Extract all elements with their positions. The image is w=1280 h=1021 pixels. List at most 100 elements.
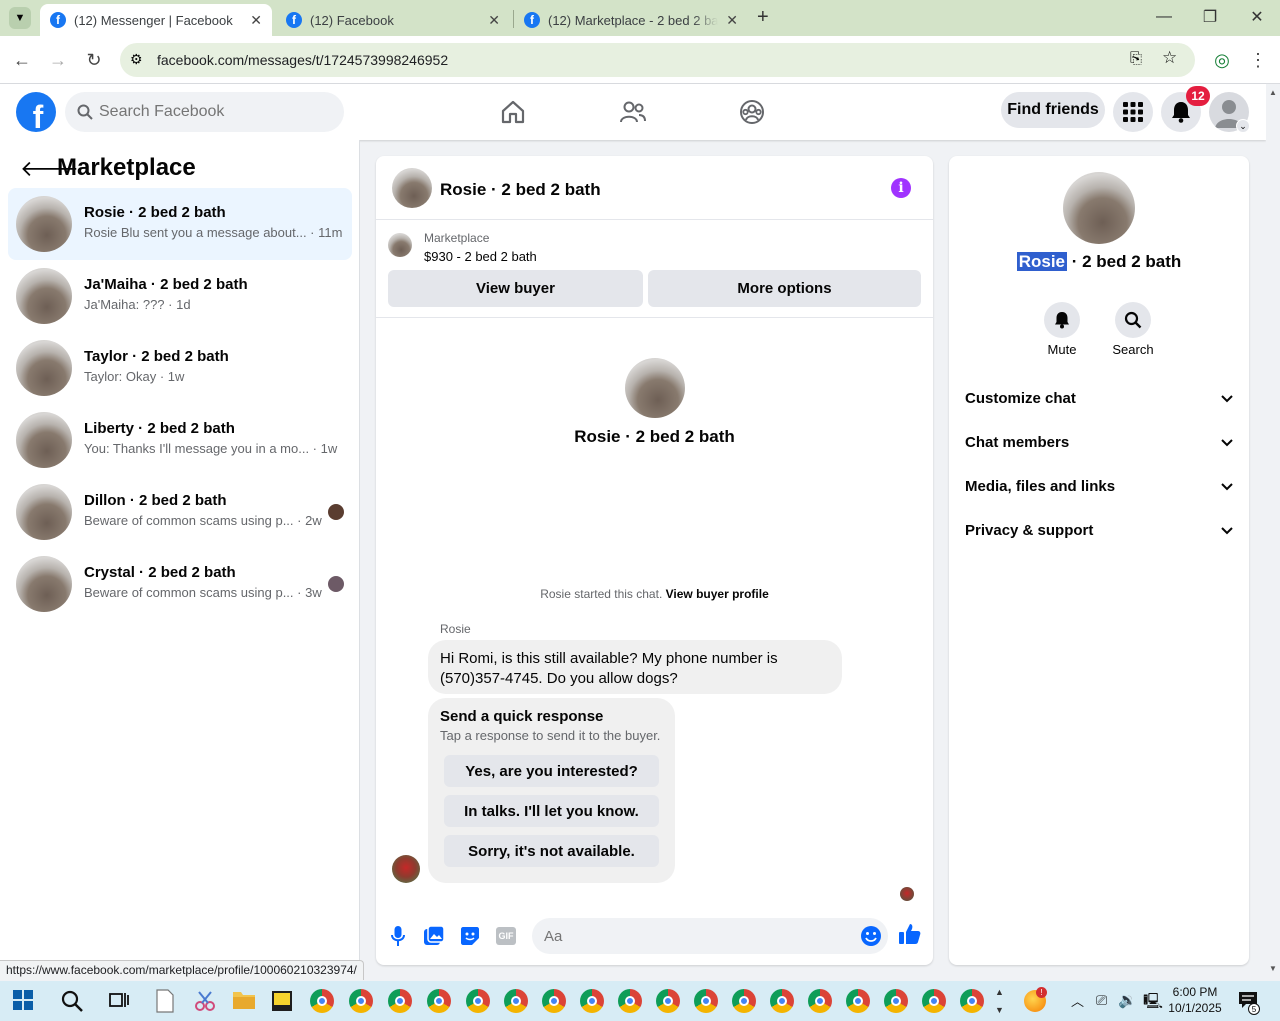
conversation-item[interactable]: Taylor · 2 bed 2 bath Taylor: Okay · 1w (8, 332, 352, 404)
conversation-item[interactable]: Liberty · 2 bed 2 bath You: Thanks I'll … (8, 404, 352, 476)
notepad-icon[interactable] (155, 989, 179, 1013)
weather-alert-badge: ! (1036, 987, 1047, 998)
close-tab-icon[interactable]: ✕ (488, 12, 500, 29)
chrome-taskbar-icon[interactable] (310, 989, 334, 1013)
windows-start-icon[interactable] (12, 989, 36, 1013)
home-icon[interactable] (497, 96, 529, 128)
menu-grid-icon[interactable] (1113, 92, 1153, 132)
thumbs-up-icon[interactable] (899, 923, 921, 945)
task-view-icon[interactable] (108, 989, 132, 1013)
chrome-taskbar-icon[interactable] (427, 989, 451, 1013)
profile-icon[interactable]: ◎ (1210, 48, 1234, 72)
section-privacy-support[interactable]: Privacy & support (965, 512, 1233, 548)
forward-arrow-icon[interactable]: → (46, 48, 70, 72)
conversation-item[interactable]: Dillon · 2 bed 2 bath Beware of common s… (8, 476, 352, 548)
gif-icon[interactable]: GIF (495, 925, 517, 947)
chrome-taskbar-icon[interactable] (694, 989, 718, 1013)
emoji-icon[interactable] (860, 925, 882, 947)
meeting-icon[interactable]: ⎚ (1096, 992, 1107, 1009)
search-icon[interactable] (60, 989, 84, 1013)
chrome-taskbar-icon[interactable] (732, 989, 756, 1013)
chrome-taskbar-icon[interactable] (960, 989, 984, 1013)
chrome-taskbar-icon[interactable] (580, 989, 604, 1013)
snipping-tool-icon[interactable] (193, 989, 217, 1013)
section-customize-chat[interactable]: Customize chat (965, 380, 1233, 416)
conversation-item[interactable]: Crystal · 2 bed 2 bath Beware of common … (8, 548, 352, 620)
message-input[interactable] (532, 918, 888, 954)
conversation-preview: Beware of common scams using p... · 3w (84, 585, 322, 600)
page-scrollbar[interactable]: ▲ ▼ (1266, 84, 1280, 979)
info-icon[interactable]: i (891, 178, 911, 198)
message-bubble[interactable]: Hi Romi, is this still available? My pho… (428, 640, 842, 694)
details-avatar[interactable] (1063, 172, 1135, 244)
intro-avatar[interactable] (625, 358, 685, 418)
new-tab-plus-icon[interactable]: + (757, 6, 769, 29)
minimize-window-icon[interactable]: — (1141, 0, 1187, 34)
listing-thumbnail[interactable] (388, 233, 412, 257)
view-buyer-profile-link[interactable]: View buyer profile (666, 587, 769, 601)
close-tab-icon[interactable]: ✕ (726, 12, 738, 29)
chat-avatar[interactable] (392, 168, 432, 208)
search-input[interactable] (99, 92, 329, 132)
install-app-icon[interactable]: ⎘ (1130, 50, 1142, 67)
photo-icon[interactable] (423, 925, 445, 947)
chrome-taskbar-icon[interactable] (618, 989, 642, 1013)
quick-reply-button[interactable]: Yes, are you interested? (444, 755, 659, 787)
facebook-logo-icon[interactable]: f (16, 92, 56, 132)
close-window-icon[interactable]: ✕ (1234, 0, 1280, 34)
chrome-taskbar-icon[interactable] (466, 989, 490, 1013)
browser-tab-messenger[interactable]: f (12) Messenger | Facebook ✕ (40, 4, 272, 36)
browser-tab-facebook[interactable]: f (12) Facebook ✕ (276, 4, 510, 36)
more-options-button[interactable]: More options (648, 270, 921, 307)
chrome-taskbar-icon[interactable] (656, 989, 680, 1013)
network-icon[interactable]: 🖳 (1143, 991, 1163, 1016)
volume-icon[interactable]: 🔉 (1118, 991, 1137, 1009)
reload-icon[interactable]: ↻ (82, 48, 106, 72)
address-bar[interactable]: ⚙ facebook.com/messages/t/17245739982469… (120, 43, 1195, 77)
sticky-notes-icon[interactable] (270, 989, 294, 1013)
chrome-taskbar-icon[interactable] (770, 989, 794, 1013)
taskbar-scroll-arrows-icon[interactable]: ▲ ▼ (995, 983, 1004, 1019)
listing-price[interactable]: $930 - 2 bed 2 bath (424, 249, 537, 264)
sticker-icon[interactable] (459, 925, 481, 947)
sender-avatar[interactable] (392, 855, 420, 883)
facebook-search-box[interactable] (65, 92, 344, 132)
site-info-icon[interactable]: ⚙ (130, 51, 143, 68)
account-chevron-icon[interactable]: ⌄ (1236, 119, 1250, 133)
chrome-taskbar-icon[interactable] (388, 989, 412, 1013)
file-explorer-icon[interactable] (232, 989, 256, 1013)
chrome-taskbar-icon[interactable] (349, 989, 373, 1013)
chrome-taskbar-icon[interactable] (884, 989, 908, 1013)
conversation-item[interactable]: Ja'Maiha · 2 bed 2 bath Ja'Maiha: ??? · … (8, 260, 352, 332)
microphone-icon[interactable] (387, 925, 409, 947)
chrome-taskbar-icon[interactable] (504, 989, 528, 1013)
quick-reply-button[interactable]: In talks. I'll let you know. (444, 795, 659, 827)
chrome-taskbar-icon[interactable] (542, 989, 566, 1013)
section-media-files-links[interactable]: Media, files and links (965, 468, 1233, 504)
listing-thumbnail (16, 196, 72, 252)
quick-reply-button[interactable]: Sorry, it's not available. (444, 835, 659, 867)
clock-time: 6:00 PM (1172, 985, 1218, 999)
system-clock[interactable]: 6:00 PM 10/1/2025 (1164, 984, 1226, 1016)
restore-window-icon[interactable]: ❐ (1187, 0, 1233, 34)
conversation-item[interactable]: Rosie · 2 bed 2 bath Rosie Blu sent you … (8, 188, 352, 260)
chrome-taskbar-icon[interactable] (846, 989, 870, 1013)
section-chat-members[interactable]: Chat members (965, 424, 1233, 460)
friends-icon[interactable] (617, 96, 649, 128)
back-arrow-icon[interactable]: ← (10, 48, 34, 72)
bookmark-star-icon[interactable]: ☆ (1162, 48, 1177, 68)
browser-tab-marketplace[interactable]: f (12) Marketplace - 2 bed 2 bath ✕ (514, 4, 748, 36)
chat-title[interactable]: Rosie · 2 bed 2 bath (440, 180, 601, 200)
tab-search-chevron-icon[interactable]: ▼ (9, 7, 31, 29)
browser-menu-icon[interactable]: ⋮ (1246, 48, 1270, 72)
groups-icon[interactable] (736, 96, 768, 128)
chrome-taskbar-icon[interactable] (808, 989, 832, 1013)
hidden-icons-chevron-icon[interactable]: ︿ (1071, 991, 1084, 1010)
close-tab-icon[interactable]: ✕ (250, 12, 262, 29)
facebook-header: f Find friends ⌄ (0, 84, 1266, 140)
mute-bell-icon[interactable] (1044, 302, 1080, 338)
view-buyer-button[interactable]: View buyer (388, 270, 643, 307)
find-friends-button[interactable]: Find friends (1001, 92, 1105, 128)
chrome-taskbar-icon[interactable] (922, 989, 946, 1013)
search-chat-icon[interactable] (1115, 302, 1151, 338)
